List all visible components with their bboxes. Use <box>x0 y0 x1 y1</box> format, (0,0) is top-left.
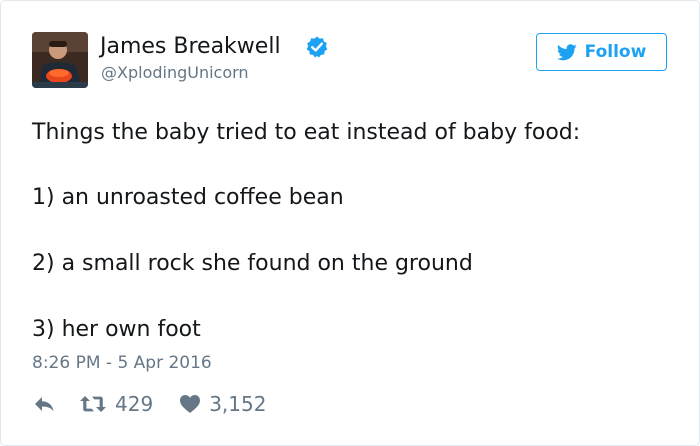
tweet-actions: 429 3,152 <box>32 389 266 419</box>
follow-button-label: Follow <box>584 42 647 62</box>
tweet-text-line: Things the baby tried to eat instead of … <box>32 120 581 145</box>
retweet-icon <box>79 394 107 414</box>
user-handle[interactable]: @XplodingUnicorn <box>101 62 249 84</box>
tweet-text-line: 3) her own foot <box>32 317 201 342</box>
heart-icon <box>179 394 201 414</box>
display-name[interactable]: James Breakwell <box>100 31 281 63</box>
tweet-text-line: 2) a small rock she found on the ground <box>32 251 473 276</box>
tweet-text-line: 1) an unroasted coffee bean <box>32 185 344 210</box>
reply-button[interactable] <box>32 394 58 414</box>
avatar[interactable] <box>32 32 88 88</box>
twitter-bird-icon <box>556 43 577 61</box>
verified-badge-icon <box>305 35 329 59</box>
retweet-button[interactable]: 429 <box>79 392 153 416</box>
reply-icon <box>32 394 56 414</box>
like-count: 3,152 <box>209 392 267 416</box>
follow-button[interactable]: Follow <box>536 33 667 71</box>
retweet-count: 429 <box>115 392 154 416</box>
tweet-timestamp[interactable]: 8:26 PM - 5 Apr 2016 <box>32 351 212 375</box>
like-button[interactable]: 3,152 <box>179 392 266 416</box>
tweet-card: James Breakwell @XplodingUnicorn Follow … <box>0 0 700 446</box>
